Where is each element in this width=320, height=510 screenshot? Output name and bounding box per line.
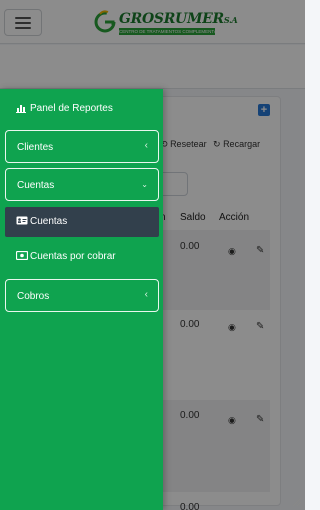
sidebar-item-clientes[interactable]: Clientes ‹ [5,130,159,163]
resize-handle-icon[interactable] [290,495,302,507]
sidebar-item-label: Cobros [17,291,50,302]
bar-chart-icon [16,104,26,116]
sidebar: Panel de Reportes Clientes ‹ Cuentas ⌄ C… [0,89,163,510]
sidebar-subitem-label: Cuentas [30,216,68,227]
id-card-icon [16,216,28,228]
sidebar-item-label: Cuentas [17,180,55,191]
chevron-left-icon: ‹ [144,289,148,300]
sidebar-item-cobros[interactable]: Cobros ‹ [5,279,159,312]
sidebar-subitem-cuentas[interactable]: Cuentas [5,207,159,237]
sidebar-item-panel-de-reportes[interactable]: Panel de Reportes [0,94,163,124]
sidebar-item-label: Clientes [17,142,54,153]
chevron-left-icon: ‹ [144,140,148,151]
money-bill-icon [15,250,29,263]
sidebar-item-label: Panel de Reportes [30,103,113,114]
sidebar-subitem-cuentas-por-cobrar[interactable]: Cuentas por cobrar [5,242,159,272]
sidebar-item-cuentas[interactable]: Cuentas ⌄ [5,168,159,201]
chevron-down-icon: ⌄ [141,180,148,189]
sidebar-subitem-label: Cuentas por cobrar [30,251,116,262]
